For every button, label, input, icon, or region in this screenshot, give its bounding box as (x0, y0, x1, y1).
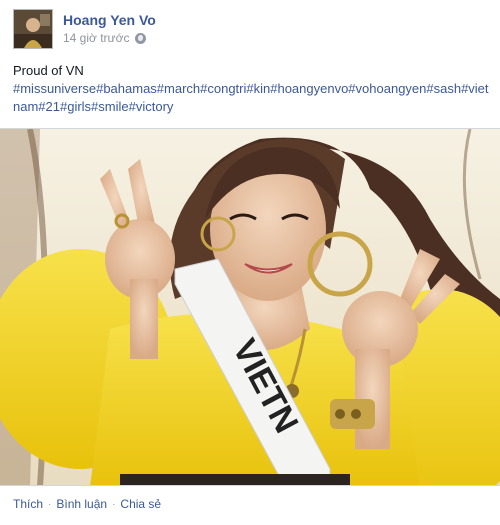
globe-icon[interactable] (135, 32, 147, 44)
post-actions: Thích · Bình luận · Chia sẻ (13, 497, 161, 511)
action-separator: · (112, 498, 116, 510)
post-timestamp: 14 giờ trước (63, 31, 147, 45)
share-link[interactable]: Chia sẻ (120, 497, 161, 511)
author-name-link[interactable]: Hoang Yen Vo (63, 12, 156, 28)
post-message: Proud of VN (13, 63, 84, 78)
post-body: Proud of VN #missuniverse#bahamas#march#… (13, 62, 491, 116)
like-link[interactable]: Thích (13, 497, 43, 511)
timestamp-text[interactable]: 14 giờ trước (63, 31, 129, 45)
comment-link[interactable]: Bình luận (56, 497, 107, 511)
post-hashtags[interactable]: #missuniverse#bahamas#march#congtri#kin#… (13, 81, 489, 114)
action-separator: · (48, 498, 52, 510)
post-photo[interactable]: VIETN (0, 128, 500, 486)
author-avatar[interactable] (13, 9, 53, 49)
post-header: Hoang Yen Vo 14 giờ trước (13, 9, 493, 49)
